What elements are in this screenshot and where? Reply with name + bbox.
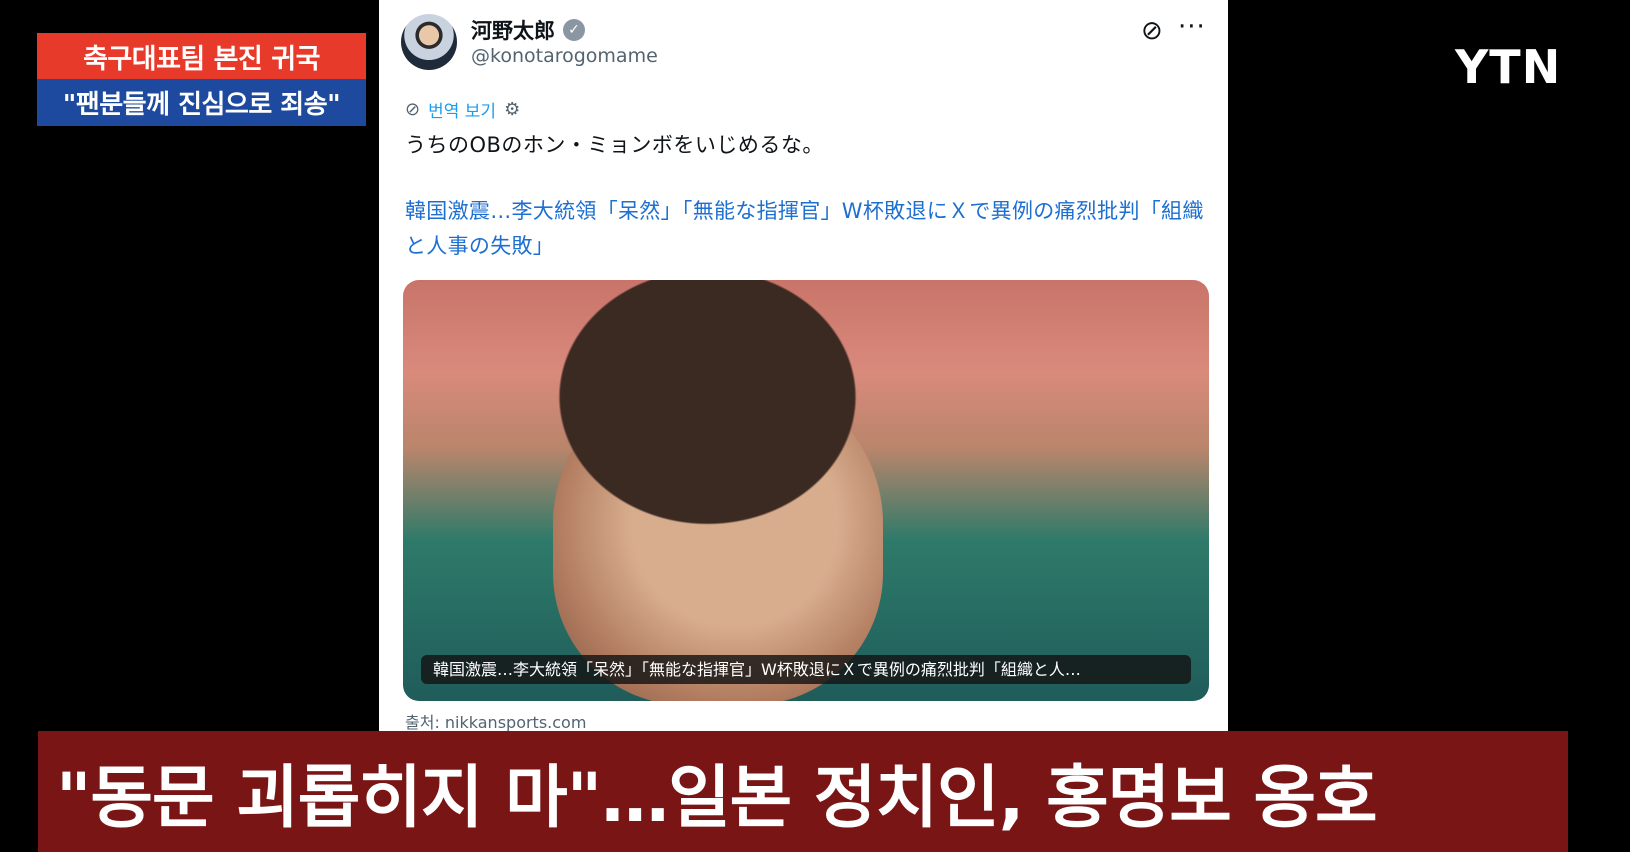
verified-badge-icon: ✓: [563, 19, 585, 41]
avatar[interactable]: [401, 14, 457, 70]
person-hair-photo: [471, 280, 901, 540]
author-name[interactable]: 河野太郎: [471, 15, 555, 45]
headline-text: "동문 괴롭히지 마"…일본 정치인, 홍명보 옹호: [56, 759, 1378, 838]
translate-row[interactable]: ⊘ 번역 보기 ⚙: [405, 97, 520, 122]
media-caption: 韓国激震…李大統領「呆然」「無能な指揮官」W杯敗退にＸで異例の痛烈批判「組織と人…: [421, 655, 1191, 684]
link-preview-image[interactable]: 韓国激震…李大統領「呆然」「無能な指揮官」W杯敗退にＸで異例の痛烈批判「組織と人…: [403, 280, 1209, 701]
tweet-card: 河野太郎 ✓ @konotarogomame ⊘ ··· ⊘ 번역 보기 ⚙ う…: [379, 0, 1228, 735]
tweet-link-title[interactable]: 韓国激震…李大統領「呆然」「無能な指揮官」W杯敗退にＸで異例の痛烈批判「組織と人…: [405, 194, 1205, 264]
ticker-line-bottom: "팬분들께 진심으로 죄송": [37, 79, 366, 126]
ticker-line-top: 축구대표팀 본진 귀국: [37, 33, 366, 79]
author-handle[interactable]: @konotarogomame: [471, 45, 658, 67]
translate-label[interactable]: 번역 보기: [428, 97, 496, 122]
news-ticker-box: 축구대표팀 본진 귀국 "팬분들께 진심으로 죄송": [37, 33, 366, 126]
tweet-text: うちのOBのホン・ミョンボをいじめるな。: [405, 133, 824, 157]
more-options-icon[interactable]: ···: [1178, 12, 1206, 42]
link-source[interactable]: 출처: nikkansports.com: [405, 709, 586, 733]
settings-gear-icon[interactable]: ⚙: [504, 99, 520, 120]
author-row: 河野太郎 ✓: [471, 15, 585, 45]
ytn-logo: YTN: [1455, 40, 1562, 94]
translate-icon: ⊘: [405, 99, 421, 120]
grok-icon[interactable]: ⊘: [1141, 16, 1163, 46]
headline-banner: "동문 괴롭히지 마"…일본 정치인, 홍명보 옹호: [38, 731, 1568, 852]
